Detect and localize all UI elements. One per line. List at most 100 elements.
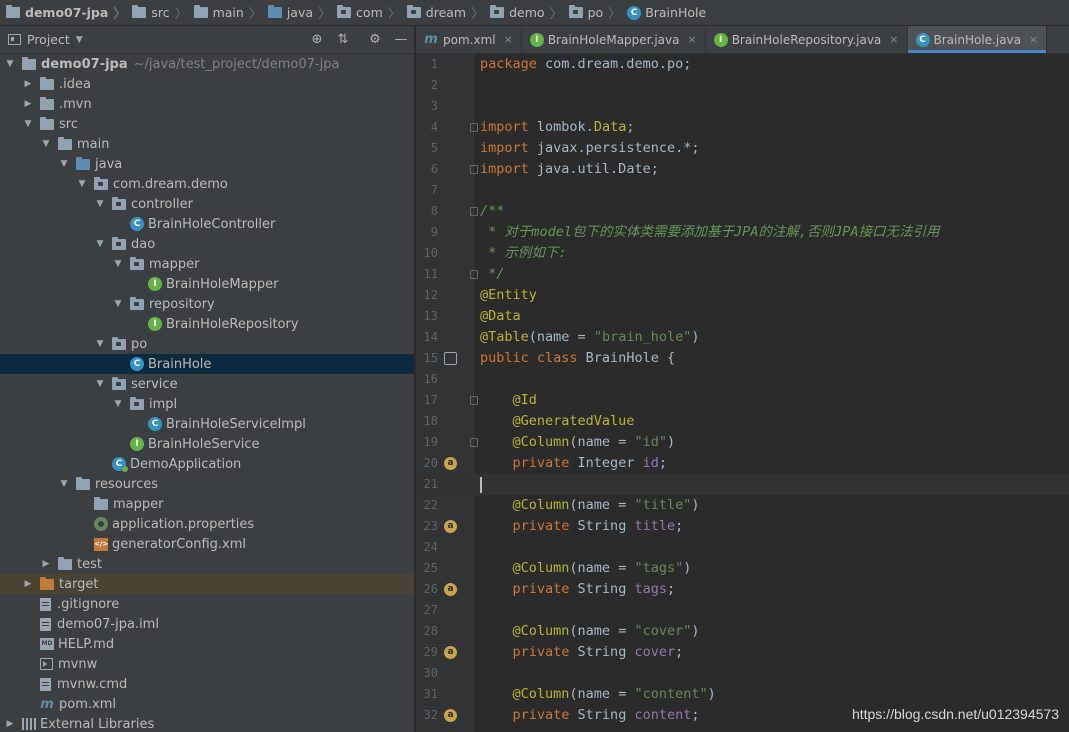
- code-line[interactable]: 14 @Table(name = "brain_hole"): [416, 327, 1069, 348]
- fold-marker-icon[interactable]: [470, 270, 478, 279]
- expanded-arrow-icon[interactable]: ▼: [94, 239, 106, 249]
- database-table-icon[interactable]: [444, 352, 457, 365]
- code-line[interactable]: 31 @Column(name = "content"): [416, 684, 1069, 705]
- expanded-arrow-icon[interactable]: ▼: [94, 379, 106, 389]
- gear-icon[interactable]: ⚙: [366, 31, 384, 49]
- tree-item[interactable]: C BrainHole: [0, 354, 414, 374]
- tree-item[interactable]: I BrainHoleService: [0, 434, 414, 454]
- fold-marker-icon[interactable]: [470, 396, 478, 405]
- code-line[interactable]: 4 import lombok.Data;: [416, 117, 1069, 138]
- collapse-all-icon[interactable]: ⇅: [334, 31, 352, 49]
- code-line[interactable]: 12 @Entity: [416, 285, 1069, 306]
- tree-item[interactable]: ▶ test: [0, 554, 414, 574]
- expanded-arrow-icon[interactable]: ▼: [112, 299, 124, 309]
- code-line[interactable]: 5 import javax.persistence.*;: [416, 138, 1069, 159]
- breadcrumb-item[interactable]: java 〉: [267, 3, 337, 22]
- code-line[interactable]: 22 @Column(name = "title"): [416, 495, 1069, 516]
- lombok-getter-icon[interactable]: a: [444, 646, 457, 659]
- tree-item[interactable]: ▼ impl: [0, 394, 414, 414]
- breadcrumb-item[interactable]: po 〉: [568, 3, 628, 22]
- expanded-arrow-icon[interactable]: ▼: [4, 59, 16, 69]
- tree-item[interactable]: C BrainHoleServiceImpl: [0, 414, 414, 434]
- expanded-arrow-icon[interactable]: ▼: [112, 399, 124, 409]
- tree-item[interactable]: mvnw: [0, 654, 414, 674]
- tree-item[interactable]: </> generatorConfig.xml: [0, 534, 414, 554]
- close-icon[interactable]: ×: [504, 33, 513, 46]
- code-line[interactable]: 11 */: [416, 264, 1069, 285]
- code-line[interactable]: 23 a private String title;: [416, 516, 1069, 537]
- lombok-getter-icon[interactable]: a: [444, 583, 457, 596]
- code-editor[interactable]: 1 package com.dream.demo.po; 2 3 4 import lom…: [416, 54, 1069, 732]
- tree-item[interactable]: demo07-jpa.iml: [0, 614, 414, 634]
- fold-marker-icon[interactable]: [470, 207, 478, 216]
- code-line[interactable]: 28 @Column(name = "cover"): [416, 621, 1069, 642]
- expanded-arrow-icon[interactable]: ▼: [112, 259, 124, 269]
- tree-item[interactable]: ▶ .mvn: [0, 94, 414, 114]
- close-icon[interactable]: ×: [687, 33, 696, 46]
- code-line[interactable]: 17 @Id: [416, 390, 1069, 411]
- breadcrumb-item[interactable]: C BrainHole: [627, 5, 706, 20]
- code-line[interactable]: 29 a private String cover;: [416, 642, 1069, 663]
- code-area[interactable]: 1 package com.dream.demo.po; 2 3 4 import lom…: [416, 54, 1069, 726]
- breadcrumb-item[interactable]: src 〉: [132, 3, 193, 22]
- close-icon[interactable]: ×: [1029, 33, 1038, 46]
- code-line[interactable]: 15 public class BrainHole {: [416, 348, 1069, 369]
- tree-item[interactable]: ▼ repository: [0, 294, 414, 314]
- tree-item[interactable]: ▼ demo07-jpa ~/java/test_project/demo07-jp…: [0, 54, 414, 74]
- tree-item[interactable]: C BrainHoleController: [0, 214, 414, 234]
- fold-marker-icon[interactable]: [470, 438, 478, 447]
- tree-item[interactable]: .gitignore: [0, 594, 414, 614]
- tree-item[interactable]: ▼ java: [0, 154, 414, 174]
- tree-item[interactable]: mapper: [0, 494, 414, 514]
- code-line[interactable]: 2: [416, 75, 1069, 96]
- tree-item[interactable]: application.properties: [0, 514, 414, 534]
- code-line[interactable]: 8 /**: [416, 201, 1069, 222]
- expanded-arrow-icon[interactable]: ▼: [94, 199, 106, 209]
- tree-item[interactable]: MD HELP.md: [0, 634, 414, 654]
- fold-marker-icon[interactable]: [470, 165, 478, 174]
- expanded-arrow-icon[interactable]: ▼: [58, 159, 70, 169]
- expanded-arrow-icon[interactable]: ▼: [40, 139, 52, 149]
- tree-item[interactable]: I BrainHoleRepository: [0, 314, 414, 334]
- code-line[interactable]: 27: [416, 600, 1069, 621]
- code-line[interactable]: 13 @Data: [416, 306, 1069, 327]
- close-icon[interactable]: ×: [889, 33, 898, 46]
- tree-item[interactable]: ▼ service: [0, 374, 414, 394]
- tree-item[interactable]: mvnw.cmd: [0, 674, 414, 694]
- code-line[interactable]: 24: [416, 537, 1069, 558]
- code-line[interactable]: 3: [416, 96, 1069, 117]
- code-line[interactable]: 16: [416, 369, 1069, 390]
- collapsed-arrow-icon[interactable]: ▶: [22, 579, 34, 589]
- fold-marker-icon[interactable]: [470, 123, 478, 132]
- expanded-arrow-icon[interactable]: ▼: [22, 119, 34, 129]
- lombok-getter-icon[interactable]: a: [444, 457, 457, 470]
- tree-item[interactable]: ▼ resources: [0, 474, 414, 494]
- code-line[interactable]: 20 a private Integer id;: [416, 453, 1069, 474]
- breadcrumb-item[interactable]: demo07-jpa 〉: [6, 3, 132, 22]
- expanded-arrow-icon[interactable]: ▼: [94, 339, 106, 349]
- breadcrumb-item[interactable]: dream 〉: [406, 3, 490, 22]
- hide-panel-icon[interactable]: —: [392, 31, 410, 49]
- tree-item[interactable]: ▶ External Libraries: [0, 714, 414, 732]
- code-line[interactable]: 25 @Column(name = "tags"): [416, 558, 1069, 579]
- code-line[interactable]: 26 a private String tags;: [416, 579, 1069, 600]
- tree-item[interactable]: ▼ dao: [0, 234, 414, 254]
- tree-item[interactable]: ▼ po: [0, 334, 414, 354]
- tree-item[interactable]: ▼ controller: [0, 194, 414, 214]
- breadcrumb-item[interactable]: demo 〉: [490, 3, 568, 22]
- code-line[interactable]: 7: [416, 180, 1069, 201]
- code-line[interactable]: 9 * 对于model包下的实体类需要添加基于JPA的注解,否则JPA接口无法引…: [416, 222, 1069, 243]
- tree-item[interactable]: I BrainHoleMapper: [0, 274, 414, 294]
- breadcrumb-item[interactable]: main 〉: [193, 3, 268, 22]
- tree-item[interactable]: ▼ src: [0, 114, 414, 134]
- locate-file-icon[interactable]: ⊕: [308, 31, 326, 49]
- editor-tab[interactable]: I BrainHoleRepository.java ×: [706, 26, 908, 53]
- expanded-arrow-icon[interactable]: ▼: [76, 179, 88, 189]
- editor-tab[interactable]: m pom.xml ×: [416, 26, 522, 53]
- code-line[interactable]: 1 package com.dream.demo.po;: [416, 54, 1069, 75]
- breadcrumb-item[interactable]: com 〉: [337, 3, 407, 22]
- project-view-selector[interactable]: Project ▼: [8, 32, 83, 47]
- code-line[interactable]: 18 @GeneratedValue: [416, 411, 1069, 432]
- code-line[interactable]: 19 @Column(name = "id"): [416, 432, 1069, 453]
- code-line[interactable]: 6 import java.util.Date;: [416, 159, 1069, 180]
